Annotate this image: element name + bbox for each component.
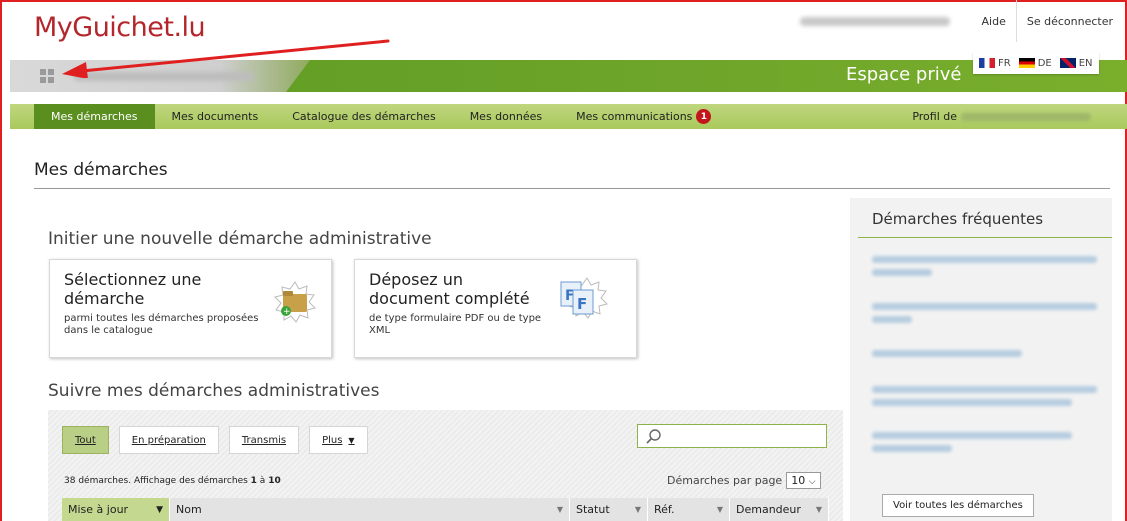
sidebar-link-redacted[interactable] xyxy=(872,256,1102,278)
tab-mes-demarches[interactable]: Mes démarches xyxy=(34,104,155,129)
follow-heading: Suivre mes démarches administratives xyxy=(48,381,380,401)
sidebar-link-redacted[interactable] xyxy=(872,386,1102,408)
space-title: Espace privé xyxy=(846,64,962,85)
search-input[interactable] xyxy=(637,424,827,448)
notification-badge: 1 xyxy=(696,109,712,124)
chevron-down-icon: ⌵ xyxy=(808,477,816,487)
procedures-panel: Tout En préparation Transmis Plus ▼ 38 d… xyxy=(48,410,843,521)
sidebar-link-redacted[interactable] xyxy=(872,432,1102,454)
annotation-arrow-icon xyxy=(62,39,390,78)
see-all-procedures-button[interactable]: Voir toutes les démarches xyxy=(882,494,1034,517)
initiate-heading: Initier une nouvelle démarche administra… xyxy=(48,229,432,249)
main-nav: Mes démarches Mes documents Catalogue de… xyxy=(10,104,1127,129)
language-switcher: FR DE EN xyxy=(973,52,1099,74)
caret-down-icon: ▼ xyxy=(716,505,723,514)
lang-fr[interactable]: FR xyxy=(979,58,1011,69)
caret-down-icon: ▼ xyxy=(634,505,641,514)
help-link[interactable]: Aide xyxy=(972,15,1016,28)
svg-text:+: + xyxy=(283,307,291,317)
card-description: parmi toutes les démarches proposées xyxy=(64,313,259,324)
tab-mes-communications[interactable]: Mes communications 1 xyxy=(559,104,728,129)
flag-de-icon xyxy=(1018,58,1035,68)
profile-link[interactable]: Profil de xyxy=(912,104,1127,129)
column-status[interactable]: Statut ▼ xyxy=(570,498,648,521)
profile-name-redacted xyxy=(961,112,1091,121)
column-updated[interactable]: Mise à jour ▼ xyxy=(62,498,170,521)
select-procedure-card[interactable]: Sélectionnez une démarche parmi toutes le… xyxy=(49,259,332,358)
tab-mes-documents[interactable]: Mes documents xyxy=(155,104,276,129)
tab-mes-donnees[interactable]: Mes données xyxy=(453,104,559,129)
caret-down-icon: ▼ xyxy=(815,505,822,514)
upload-document-card[interactable]: Déposez un document complété de type form… xyxy=(354,259,637,358)
per-page-control: Démarches par page 10 ⌵ xyxy=(667,472,821,489)
column-ref[interactable]: Réf. ▼ xyxy=(648,498,730,521)
profile-label: Profil de xyxy=(912,110,957,123)
filter-more-label: Plus xyxy=(322,434,343,446)
lang-de[interactable]: DE xyxy=(1018,58,1052,69)
title-divider xyxy=(34,188,1110,189)
card-title: Déposez un xyxy=(369,270,464,289)
svg-text:F: F xyxy=(577,295,587,313)
folder-add-icon: + xyxy=(274,281,316,323)
card-description: de type formulaire PDF ou de type xyxy=(369,313,542,324)
tab-catalogue[interactable]: Catalogue des démarches xyxy=(275,104,452,129)
apps-grid-icon[interactable] xyxy=(40,69,54,83)
per-page-label: Démarches par page xyxy=(667,474,783,487)
sidebar-divider xyxy=(858,237,1112,238)
card-title: Sélectionnez une xyxy=(64,270,202,289)
table-header: Mise à jour ▼ Nom ▼ Statut ▼ Réf. ▼ Demandeu… xyxy=(62,498,829,521)
filter-more[interactable]: Plus ▼ xyxy=(309,426,368,454)
results-count: 38 démarches. Affichage des démarches 1 … xyxy=(64,476,281,486)
sort-down-icon: ▼ xyxy=(156,504,163,515)
filter-tabs: Tout En préparation Transmis Plus ▼ xyxy=(62,426,368,454)
top-links: Aide Se déconnecter xyxy=(799,0,1123,42)
caret-down-icon: ▼ xyxy=(348,435,355,445)
sidebar-link-redacted[interactable] xyxy=(872,350,1102,372)
lang-en[interactable]: EN xyxy=(1059,58,1093,69)
page-title: Mes démarches xyxy=(34,160,168,180)
search-icon xyxy=(646,429,661,444)
sidebar-title: Démarches fréquentes xyxy=(872,210,1044,228)
caret-down-icon: ▼ xyxy=(556,505,563,514)
filter-sent[interactable]: Transmis xyxy=(228,426,300,454)
per-page-select[interactable]: 10 ⌵ xyxy=(786,472,821,489)
column-requester[interactable]: Demandeur ▼ xyxy=(730,498,829,521)
sidebar-link-redacted[interactable] xyxy=(872,303,1102,325)
filter-all[interactable]: Tout xyxy=(62,426,109,454)
logout-link[interactable]: Se déconnecter xyxy=(1017,15,1123,28)
form-document-icon: F F xyxy=(560,277,608,319)
flag-fr-icon xyxy=(979,58,995,68)
filter-in-preparation[interactable]: En préparation xyxy=(118,426,219,454)
frequent-procedures-panel: Démarches fréquentes Voir toutes les dém… xyxy=(850,198,1112,521)
tab-label: Mes communications xyxy=(576,110,693,123)
flag-en-icon xyxy=(1059,58,1076,68)
column-name[interactable]: Nom ▼ xyxy=(170,498,570,521)
user-name-redacted xyxy=(799,16,950,26)
